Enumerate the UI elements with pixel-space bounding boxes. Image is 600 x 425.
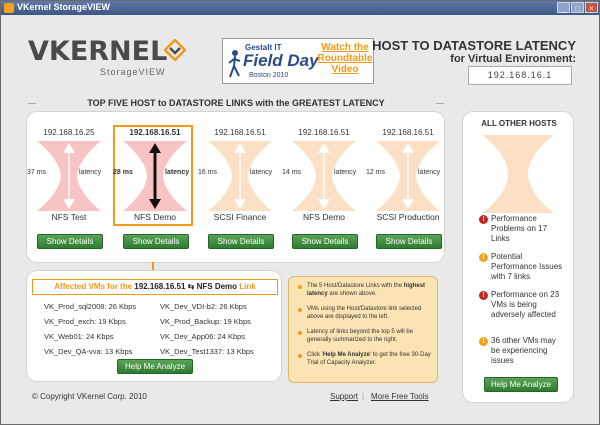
- banner-event: Field Day: [243, 51, 319, 70]
- affected-suffix: Link: [237, 282, 256, 291]
- note-text: Click ': [307, 352, 323, 358]
- page-title: HOST TO DATASTORE LATENCY: [372, 38, 576, 53]
- host-ip: 192.168.16.51: [382, 128, 434, 137]
- other-hosts-title: ALL OTHER HOSTS: [481, 119, 557, 128]
- runner-icon: [228, 50, 241, 78]
- host-ip: 192.168.16.51: [129, 128, 181, 137]
- latency-label: latency: [334, 169, 357, 176]
- note-bold: Help Me Analyze: [322, 352, 370, 358]
- latency-hourglass-icon: [123, 141, 187, 211]
- latency-hourglass-icon: [376, 141, 440, 211]
- show-details-button[interactable]: Show Details: [37, 234, 103, 249]
- exclamation-icon: !: [479, 215, 488, 224]
- field-day-banner[interactable]: Gestalt IT Field Day Boston 2010 Watch t…: [222, 38, 374, 84]
- app-icon: [4, 3, 14, 13]
- bullet-icon: [298, 308, 302, 312]
- show-details-button[interactable]: Show Details: [292, 234, 358, 249]
- latency-hourglass-icon: [292, 141, 356, 211]
- note-item: The 5 Host/Datastore Links with the high…: [307, 282, 433, 298]
- bullet-icon: [298, 331, 302, 335]
- support-link[interactable]: Support: [330, 392, 358, 401]
- show-details-button[interactable]: Show Details: [208, 234, 274, 249]
- datastore-name: SCSI Production: [376, 212, 440, 222]
- latency-label: latency: [79, 169, 102, 176]
- product-name: StorageVIEW: [100, 67, 166, 77]
- help-me-analyze-button[interactable]: Help Me Analyze: [117, 359, 193, 374]
- issue-text: Potential Performance Issues with 7 link…: [491, 252, 563, 281]
- datastore-name: NFS Demo: [133, 212, 177, 222]
- latency-value: 16 ms: [198, 169, 218, 176]
- vm-list-item: VK_Prod_exch: 19 Kbps: [44, 317, 126, 326]
- latency-value: 37 ms: [27, 169, 47, 176]
- note-text: are shown above.: [327, 291, 377, 297]
- issue-text: Performance Problems on 17 Links: [491, 214, 548, 243]
- vm-list-item: VK_Dev_QA-vva: 13 Kbps: [44, 347, 133, 356]
- affected-vms-heading: Affected VMs for the 192.168.16.51 ⇆ NFS…: [32, 279, 278, 295]
- bullet-icon: [298, 354, 302, 358]
- latency-value: 14 ms: [282, 169, 302, 176]
- other-help-me-analyze-button[interactable]: Help Me Analyze: [484, 377, 558, 392]
- minimize-button[interactable]: _: [557, 2, 570, 13]
- latency-hourglass-icon: [37, 141, 101, 211]
- vm-list-item: VK_Prod_Backup: 19 Kbps: [160, 317, 251, 326]
- exclamation-icon: !: [479, 337, 488, 346]
- maximize-button[interactable]: □: [571, 2, 584, 13]
- vkernel-logo: VKERNEL StorageVIEW: [28, 36, 186, 77]
- banner-location: Boston 2010: [249, 72, 289, 79]
- brand-name: VKERNEL: [28, 36, 168, 67]
- affected-datastore: NFS Demo: [196, 282, 238, 291]
- watch-video-link[interactable]: Watch the Roundtable Video: [317, 42, 373, 75]
- footer-separator: |: [362, 392, 365, 401]
- top-five-title: TOP FIVE HOST to DATASTORE LINKS with th…: [28, 98, 444, 108]
- latency-hourglass-icon: [208, 141, 272, 211]
- datastore-name: NFS Demo: [302, 212, 346, 222]
- vm-list-item: VK_Prod_sql2008: 26 Kbps: [44, 302, 137, 311]
- issue-text: 36 other VMs may be experiencing issues: [491, 336, 556, 365]
- exclamation-icon: !: [479, 291, 488, 300]
- title-bar: VKernel StorageVIEW _ □ ×: [1, 1, 599, 15]
- issue-text: Performance on 23 VMs is being adversely…: [491, 290, 560, 319]
- environment-field[interactable]: 192.168.16.1: [468, 66, 572, 85]
- more-free-tools-link[interactable]: More Free Tools: [371, 392, 429, 401]
- close-button[interactable]: ×: [585, 2, 598, 13]
- latency-label: latency: [165, 169, 190, 176]
- host-ip: 192.168.16.51: [298, 128, 350, 137]
- vm-list-item: VK_Web01: 24 Kbps: [44, 332, 114, 341]
- vm-list-item: VK_Dev_App06: 24 Kbps: [160, 332, 246, 341]
- vkernel-mark-icon: [164, 39, 186, 61]
- datastore-name: NFS Test: [51, 212, 87, 222]
- latency-label: latency: [418, 169, 441, 176]
- note-item: Click 'Help Me Analyze' to get the free …: [307, 351, 433, 367]
- vm-list-item: VK_Dev_VDI-b2: 26 Kbps: [160, 302, 247, 311]
- page-subtitle: for Virtual Environment:: [450, 53, 576, 65]
- host-ip: 192.168.16.51: [214, 128, 266, 137]
- vm-list-item: VK_Dev_Test1337: 13 Kbps: [160, 347, 254, 356]
- datastore-name: SCSI Finance: [213, 212, 267, 222]
- window-title: VKernel StorageVIEW: [17, 2, 111, 12]
- section-heading: TOP FIVE HOST to DATASTORE LINKS with th…: [87, 98, 385, 108]
- latency-value: 12 ms: [366, 169, 386, 176]
- link-arrow-icon: ⇆: [187, 282, 195, 291]
- info-note: The 5 Host/Datastore Links with the high…: [288, 276, 438, 383]
- divider: [436, 103, 444, 104]
- host-ip: 192.168.16.25: [43, 128, 95, 137]
- note-item: VMs using the Host/Datastore link select…: [307, 306, 422, 320]
- show-details-button[interactable]: Show Details: [376, 234, 442, 249]
- note-text: The 5 Host/Datastore Links with the: [307, 283, 404, 289]
- show-details-button[interactable]: Show Details: [123, 234, 189, 249]
- affected-prefix: Affected VMs for the: [54, 282, 135, 291]
- affected-host: 192.168.16.51: [134, 282, 186, 291]
- latency-value: 28 ms: [113, 169, 133, 176]
- copyright: © Copyright VKernel Corp. 2010: [32, 392, 147, 401]
- bullet-icon: [298, 285, 302, 289]
- divider: [28, 103, 36, 104]
- latency-label: latency: [250, 169, 273, 176]
- note-item: Latency of links beyond the top 5 will b…: [307, 329, 414, 343]
- exclamation-icon: !: [479, 253, 488, 262]
- connector-line: [152, 262, 154, 271]
- hourglass-latency-icon: [482, 135, 554, 213]
